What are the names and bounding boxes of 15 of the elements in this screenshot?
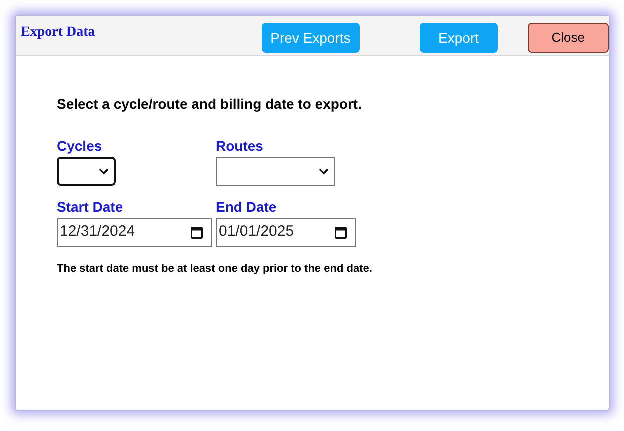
- dialog-title: Export Data: [21, 24, 96, 42]
- field-label: Start Date: [57, 198, 124, 216]
- note-text: The start date must be at least one day prior to the end date.: [57, 262, 374, 277]
- field-label: Cycles: [57, 137, 104, 155]
- close-button[interactable]: Close: [528, 23, 609, 53]
- field-label: Routes: [216, 137, 264, 155]
- field-label: End Date: [216, 198, 278, 216]
- chevron-down-icon: [319, 168, 329, 175]
- chevron-down-icon: [99, 168, 109, 175]
- instruction-text: Select a cycle/route and billing date to export.: [57, 95, 363, 114]
- date-field[interactable]: 12/31/2024: [57, 218, 212, 247]
- date-field[interactable]: 01/01/2025: [216, 218, 356, 247]
- calendar-icon: [191, 226, 203, 239]
- calendar-icon: [335, 226, 347, 239]
- dropdown[interactable]: [57, 157, 116, 186]
